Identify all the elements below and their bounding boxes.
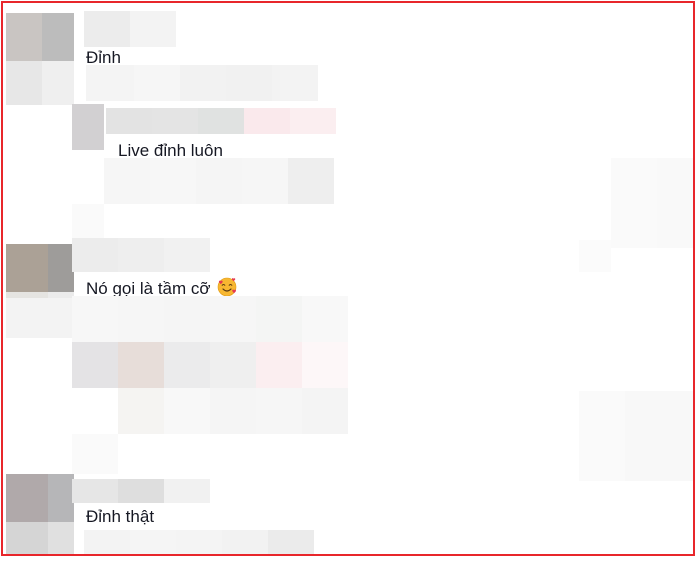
screenshot-frame: Đỉnh Live đỉnh luôn Nó gọi là tầm cỡ Đỉn… <box>1 1 695 556</box>
comment-text: Đỉnh thật <box>86 507 155 526</box>
pixelated-block <box>72 204 104 240</box>
smiling-face-with-hearts-icon <box>217 277 237 297</box>
